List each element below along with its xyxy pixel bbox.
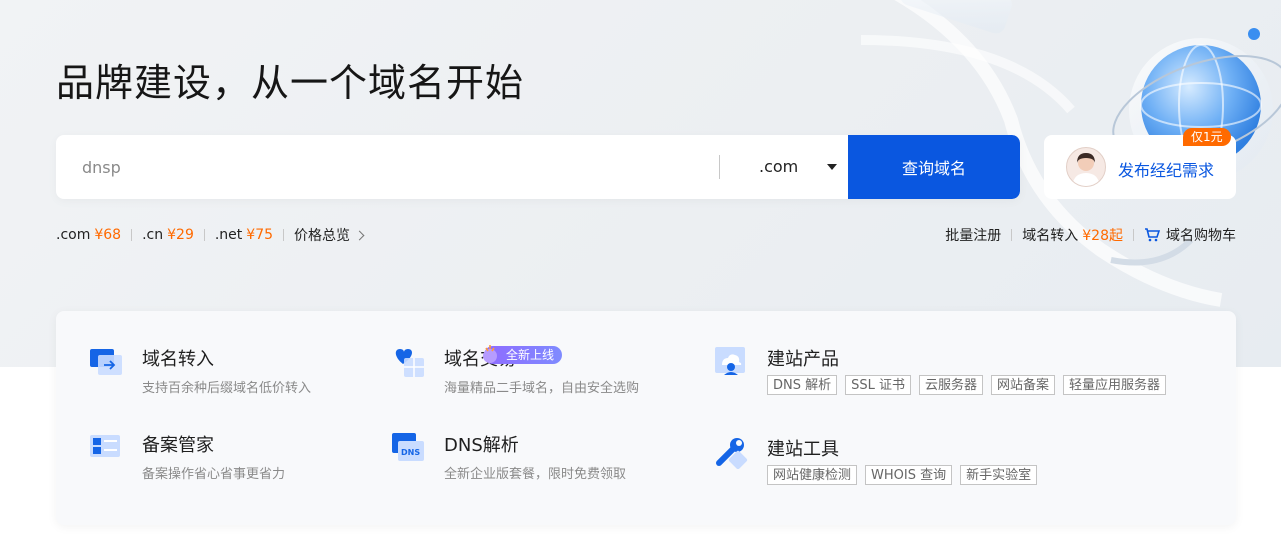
- tag-ssl[interactable]: SSL 证书: [845, 375, 912, 395]
- site-product-icon: [715, 347, 745, 375]
- service-site-tools[interactable]: 建站工具 网站健康检测 WHOIS 查询 新手实验室: [715, 435, 1195, 495]
- service-domain-transfer[interactable]: 域名转入 支持百余种后缀域名低价转入: [90, 345, 370, 399]
- broker-label: 发布经纪需求: [1118, 161, 1215, 180]
- tag-cloud-server[interactable]: 云服务器: [919, 375, 984, 395]
- price-item-net[interactable]: .net ¥75: [215, 227, 273, 243]
- bulk-register-link[interactable]: 批量注册: [945, 225, 1001, 245]
- tag-site-health-check[interactable]: 网站健康检测: [767, 465, 858, 485]
- domain-trade-icon: [395, 349, 424, 377]
- tag-whois[interactable]: WHOIS 查询: [865, 465, 953, 485]
- site-product-tags: DNS 解析 SSL 证书 云服务器 网站备案 轻量应用服务器: [767, 375, 1167, 395]
- service-dns[interactable]: DNS DNS解析 全新企业版套餐，限时免费领取: [392, 431, 692, 485]
- cart-icon: [1145, 228, 1160, 242]
- page-title: 品牌建设，从一个域名开始: [56, 61, 525, 105]
- caret-down-icon: [827, 164, 837, 170]
- new-launch-tag: 全新上线: [483, 345, 563, 364]
- separator: [1133, 229, 1134, 241]
- person-avatar-icon: [1072, 153, 1100, 186]
- domain-transfer-icon: [90, 349, 122, 375]
- tag-icp-filing[interactable]: 网站备案: [991, 375, 1056, 395]
- domain-search-input[interactable]: [56, 135, 716, 199]
- separator: [1011, 229, 1013, 241]
- tag-dns[interactable]: DNS 解析: [767, 375, 838, 395]
- separator: [283, 229, 285, 241]
- party-icon: [483, 345, 497, 363]
- search-domain-button[interactable]: 查询域名: [848, 135, 1020, 199]
- separator: [131, 229, 133, 241]
- service-domain-trade[interactable]: 域名交易 全新上线 海量精品二手域名，自由安全选购: [392, 345, 692, 399]
- promo-badge: 仅1元: [1183, 128, 1231, 146]
- price-item-cn[interactable]: .cn ¥29: [142, 227, 194, 243]
- dns-icon: DNS: [392, 433, 424, 461]
- domain-cart-link[interactable]: 域名购物车: [1144, 225, 1236, 245]
- separator: [203, 229, 205, 241]
- price-item-com[interactable]: .com ¥68: [56, 227, 121, 243]
- tld-price-list: .com ¥68 .cn ¥29 .net ¥75 价格总览: [56, 225, 365, 245]
- icp-filing-icon: [90, 435, 120, 457]
- chevron-right-icon: [354, 230, 365, 240]
- tag-lightweight-server[interactable]: 轻量应用服务器: [1063, 375, 1167, 395]
- price-overview-link[interactable]: 价格总览: [294, 225, 365, 245]
- tld-selected-value: .com: [759, 157, 799, 176]
- service-panel: 域名转入 支持百余种后缀域名低价转入 域名交易 全新上线 海量精品二手域名，自由…: [56, 311, 1236, 525]
- svg-text:DNS: DNS: [401, 448, 420, 457]
- site-tools-icon: [716, 438, 748, 469]
- tld-select[interactable]: .com: [720, 135, 848, 199]
- domain-search-box: .com 查询域名: [56, 135, 1020, 199]
- service-site-products[interactable]: 建站产品 DNS 解析 SSL 证书 云服务器 网站备案 轻量应用服务器: [715, 345, 1195, 405]
- quick-links: 批量注册 域名转入 ¥28起 域名购物车: [945, 225, 1236, 245]
- site-tool-tags: 网站健康检测 WHOIS 查询 新手实验室: [767, 465, 1038, 485]
- broker-avatar: [1066, 147, 1106, 187]
- tag-beginner-lab[interactable]: 新手实验室: [960, 465, 1038, 485]
- service-icp-filing[interactable]: 备案管家 备案操作省心省事更省力: [90, 431, 370, 485]
- domain-transfer-link[interactable]: 域名转入 ¥28起: [1022, 225, 1123, 245]
